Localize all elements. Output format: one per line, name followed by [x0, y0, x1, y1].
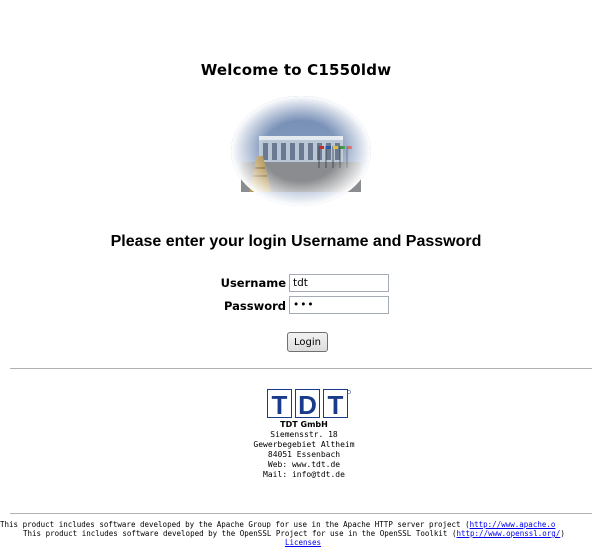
apache-link[interactable]: http://www.apache.o	[470, 520, 556, 529]
company-name: TDT GmbH	[280, 420, 328, 429]
openssl-notice: This product includes software developed…	[0, 529, 592, 538]
openssl-end: )	[560, 529, 565, 538]
openssl-text: This product includes software developed…	[23, 529, 457, 538]
tdt-logo: T D T	[267, 389, 351, 419]
svg-text:T: T	[328, 390, 344, 419]
page-title: Welcome to C1550ldw	[200, 61, 392, 79]
company-info: TDT GmbH Siemensstr. 18 Gewerbegebiet Al…	[0, 420, 592, 480]
company-street: Siemensstr. 18	[270, 430, 338, 439]
svg-text:D: D	[298, 390, 317, 419]
company-mail: Mail: info@tdt.de	[263, 470, 345, 479]
login-button[interactable]: Login	[287, 332, 328, 352]
divider	[10, 368, 592, 369]
apache-text: This product includes software developed…	[0, 520, 470, 529]
username-label: Username	[220, 276, 286, 290]
building-photo	[231, 96, 371, 206]
company-area: Gewerbegebiet Altheim	[253, 440, 355, 449]
password-label: Password	[224, 299, 286, 313]
password-input[interactable]	[289, 296, 389, 314]
footer-divider	[10, 513, 592, 514]
company-web: Web: www.tdt.de	[267, 460, 341, 469]
licenses-link[interactable]: Licenses	[285, 538, 321, 547]
apache-notice: This product includes software developed…	[0, 520, 592, 529]
username-input[interactable]	[289, 274, 389, 292]
licenses-line: Licenses	[0, 538, 592, 547]
company-city: 84051 Essenbach	[267, 450, 341, 459]
tdt-logo-letters: T D T	[272, 390, 344, 419]
svg-text:T: T	[272, 390, 288, 419]
openssl-link[interactable]: http://www.openssl.org/	[456, 529, 560, 538]
footer: This product includes software developed…	[0, 520, 592, 547]
login-prompt: Please enter your login Username and Pas…	[110, 233, 482, 250]
